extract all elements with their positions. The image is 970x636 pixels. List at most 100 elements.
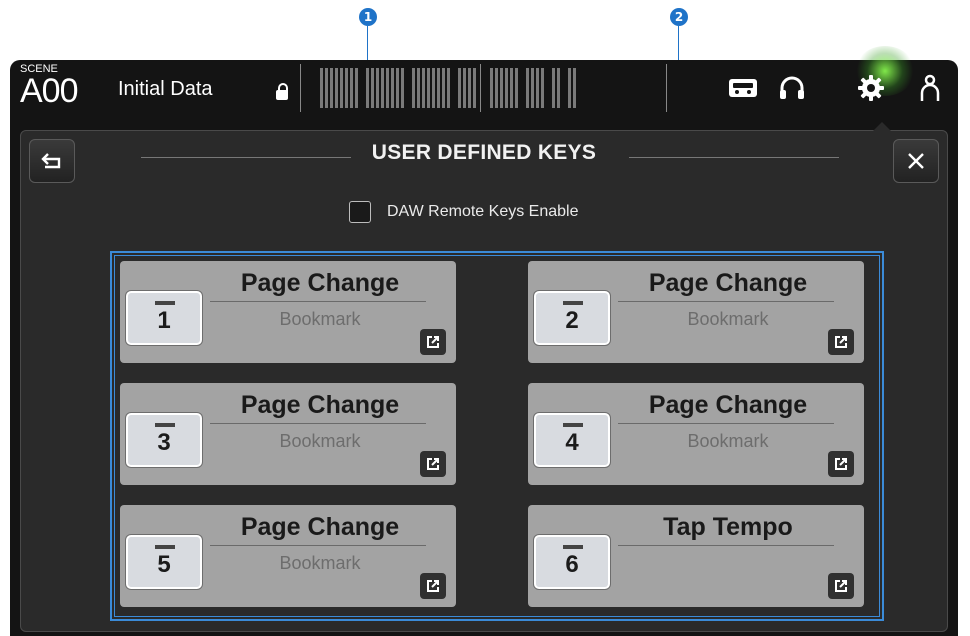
meter-bar xyxy=(345,68,348,108)
gear-icon[interactable] xyxy=(853,70,889,106)
top-bar: SCENE A00 Initial Data xyxy=(10,60,958,120)
daw-remote-keys-checkbox[interactable] xyxy=(349,201,371,223)
key-number: 1 xyxy=(157,307,171,334)
key-parameter: Bookmark xyxy=(687,309,769,329)
meter-bar xyxy=(573,68,576,108)
headphones-icon[interactable] xyxy=(774,70,810,106)
user-key-4[interactable]: 4 Page Change Bookmark xyxy=(528,383,864,485)
meter-bar xyxy=(427,68,430,108)
user-icon[interactable] xyxy=(912,70,948,106)
key-number-badge: 1 xyxy=(126,291,202,345)
edit-icon[interactable] xyxy=(828,329,854,355)
page-title: USER DEFINED KEYS xyxy=(371,141,597,164)
meter-bar xyxy=(463,68,466,108)
meter-bar xyxy=(381,68,384,108)
edit-icon[interactable] xyxy=(828,573,854,599)
meter-bar xyxy=(541,68,544,108)
user-key-2[interactable]: 2 Page Change Bookmark xyxy=(528,261,864,363)
meter-bar xyxy=(391,68,394,108)
key-divider xyxy=(618,545,834,546)
user-key-3[interactable]: 3 Page Change Bookmark xyxy=(120,383,456,485)
meter-bar xyxy=(437,68,440,108)
key-number: 3 xyxy=(157,429,171,456)
meter-bar xyxy=(458,68,461,108)
key-parameter: Bookmark xyxy=(279,309,361,329)
key-number: 6 xyxy=(565,551,579,578)
meter-bar xyxy=(526,68,529,108)
recorder-icon[interactable] xyxy=(725,70,761,106)
key-assign-grid: 1 Page Change Bookmark 2 Page Change Boo… xyxy=(110,251,884,621)
meter-bar xyxy=(447,68,450,108)
meter-separator xyxy=(480,64,481,112)
scene-number[interactable]: A00 xyxy=(20,72,78,111)
key-number-badge: 5 xyxy=(126,535,202,589)
key-divider xyxy=(618,301,834,302)
meter-bar xyxy=(350,68,353,108)
user-key-1[interactable]: 1 Page Change Bookmark xyxy=(120,261,456,363)
meter-bar xyxy=(325,68,328,108)
meter-bar xyxy=(355,68,358,108)
meter-bar xyxy=(531,68,534,108)
key-divider xyxy=(210,301,426,302)
scene-name[interactable]: Initial Data xyxy=(118,78,213,101)
key-number: 4 xyxy=(565,429,579,456)
meter-bar xyxy=(552,68,555,108)
key-function: Page Change xyxy=(240,513,400,541)
meter-bar xyxy=(490,68,493,108)
key-divider xyxy=(210,545,426,546)
daw-remote-keys-toggle[interactable]: DAW Remote Keys Enable xyxy=(349,201,578,223)
key-function: Page Change xyxy=(240,269,400,297)
meter-bar xyxy=(473,68,476,108)
key-number-badge: 4 xyxy=(534,413,610,467)
meter-bar xyxy=(417,68,420,108)
user-key-5[interactable]: 5 Page Change Bookmark xyxy=(120,505,456,607)
key-parameter: Bookmark xyxy=(279,431,361,451)
edit-icon[interactable] xyxy=(420,573,446,599)
meter-bar xyxy=(386,68,389,108)
key-parameter: Bookmark xyxy=(279,553,361,573)
meter-bar xyxy=(557,68,560,108)
meter-bar xyxy=(320,68,323,108)
daw-remote-keys-label: DAW Remote Keys Enable xyxy=(387,203,579,220)
key-parameter: Bookmark xyxy=(687,431,769,451)
meter-bar xyxy=(515,68,518,108)
meter-bar xyxy=(432,68,435,108)
meter-bar xyxy=(536,68,539,108)
meter-bar xyxy=(371,68,374,108)
meter-bar xyxy=(495,68,498,108)
mixer-screen: SCENE A00 Initial Data USER DEFINED KEYS… xyxy=(10,46,958,636)
callout-2: 2 xyxy=(670,8,688,26)
user-defined-keys-panel: USER DEFINED KEYS DAW Remote Keys Enable… xyxy=(20,122,948,632)
key-number-badge: 3 xyxy=(126,413,202,467)
meter-bar xyxy=(401,68,404,108)
key-divider xyxy=(210,423,426,424)
key-function: Tap Tempo xyxy=(663,513,793,541)
meter-bar xyxy=(442,68,445,108)
meter-bar xyxy=(340,68,343,108)
edit-icon[interactable] xyxy=(420,329,446,355)
meter-separator xyxy=(666,64,667,112)
edit-icon[interactable] xyxy=(828,451,854,477)
meter-bar xyxy=(412,68,415,108)
meter-bar xyxy=(510,68,513,108)
meter-bar xyxy=(366,68,369,108)
edit-icon[interactable] xyxy=(420,451,446,477)
meter-bar xyxy=(335,68,338,108)
key-number-badge: 2 xyxy=(534,291,610,345)
key-number: 5 xyxy=(157,551,171,578)
meter-bar xyxy=(396,68,399,108)
key-divider xyxy=(618,423,834,424)
meter-bar xyxy=(568,68,571,108)
meter-bar xyxy=(500,68,503,108)
level-meters xyxy=(300,64,670,112)
key-number-badge: 6 xyxy=(534,535,610,589)
user-key-6[interactable]: 6 Tap Tempo xyxy=(528,505,864,607)
meter-bar xyxy=(376,68,379,108)
meter-bar xyxy=(422,68,425,108)
panel-pointer xyxy=(873,122,891,131)
key-function: Page Change xyxy=(648,269,808,297)
lock-icon[interactable] xyxy=(276,83,288,100)
meter-separator xyxy=(300,64,301,112)
key-function: Page Change xyxy=(240,391,400,419)
meter-bar xyxy=(505,68,508,108)
